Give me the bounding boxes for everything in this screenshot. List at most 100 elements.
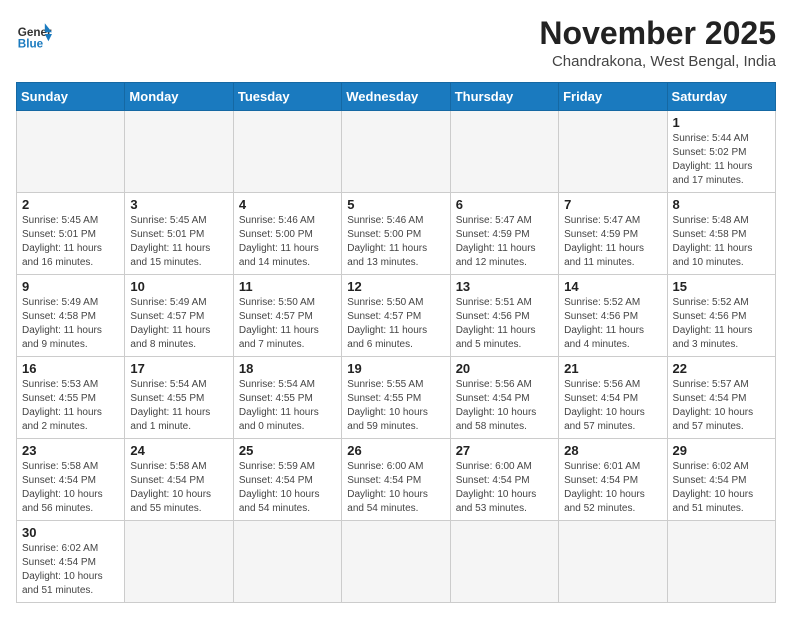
calendar-week-row: 23 Sunrise: 5:58 AM Sunset: 4:54 PM Dayli… bbox=[17, 439, 776, 521]
calendar-day-cell: 17 Sunrise: 5:54 AM Sunset: 4:55 PM Dayli… bbox=[125, 357, 233, 439]
day-number: 14 bbox=[564, 279, 661, 294]
day-info: Sunrise: 5:44 AM Sunset: 5:02 PM Dayligh… bbox=[673, 132, 770, 188]
calendar-day-cell: 1 Sunrise: 5:44 AM Sunset: 5:02 PM Daylig… bbox=[667, 111, 775, 193]
calendar-day-cell: 29Sunrise: 6:02 AM Sunset: 4:54 PM Dayli… bbox=[667, 439, 775, 521]
day-info: Sunrise: 5:49 AM Sunset: 4:58 PM Dayligh… bbox=[22, 296, 119, 352]
day-info: Sunrise: 5:46 AM Sunset: 5:00 PM Dayligh… bbox=[347, 214, 444, 270]
day-number: 7 bbox=[564, 197, 661, 212]
calendar-day-cell: 23Sunrise: 5:58 AM Sunset: 4:54 PM Dayli… bbox=[17, 439, 125, 521]
weekday-header-wednesday: Wednesday bbox=[342, 83, 450, 111]
day-info: Sunrise: 6:01 AM Sunset: 4:54 PM Dayligh… bbox=[564, 460, 661, 516]
day-number: 13 bbox=[456, 279, 553, 294]
day-number: 27 bbox=[456, 443, 553, 458]
day-number: 28 bbox=[564, 443, 661, 458]
day-info: Sunrise: 6:00 AM Sunset: 4:54 PM Dayligh… bbox=[347, 460, 444, 516]
day-info: Sunrise: 5:56 AM Sunset: 4:54 PM Dayligh… bbox=[456, 378, 553, 434]
title-area: November 2025 Chandrakona, West Bengal, … bbox=[539, 16, 776, 70]
day-number: 11 bbox=[239, 279, 336, 294]
day-number: 8 bbox=[673, 197, 770, 212]
day-number: 20 bbox=[456, 361, 553, 376]
day-info: Sunrise: 5:52 AM Sunset: 4:56 PM Dayligh… bbox=[564, 296, 661, 352]
day-info: Sunrise: 5:54 AM Sunset: 4:55 PM Dayligh… bbox=[130, 378, 227, 434]
day-info: Sunrise: 5:59 AM Sunset: 4:54 PM Dayligh… bbox=[239, 460, 336, 516]
day-number: 25 bbox=[239, 443, 336, 458]
month-title: November 2025 bbox=[539, 16, 776, 51]
calendar-day-cell: 3 Sunrise: 5:45 AM Sunset: 5:01 PM Daylig… bbox=[125, 193, 233, 275]
calendar-day-cell: 15 Sunrise: 5:52 AM Sunset: 4:56 PM Dayli… bbox=[667, 275, 775, 357]
calendar-day-cell: 21 Sunrise: 5:56 AM Sunset: 4:54 PM Dayli… bbox=[559, 357, 667, 439]
day-info: Sunrise: 6:02 AM Sunset: 4:54 PM Dayligh… bbox=[673, 460, 770, 516]
calendar-day-cell bbox=[125, 521, 233, 603]
day-info: Sunrise: 5:57 AM Sunset: 4:54 PM Dayligh… bbox=[673, 378, 770, 434]
day-number: 3 bbox=[130, 197, 227, 212]
calendar-day-cell: 6Sunrise: 5:47 AM Sunset: 4:59 PM Daylig… bbox=[450, 193, 558, 275]
calendar-table: SundayMondayTuesdayWednesdayThursdayFrid… bbox=[16, 82, 776, 603]
day-info: Sunrise: 5:50 AM Sunset: 4:57 PM Dayligh… bbox=[239, 296, 336, 352]
calendar-day-cell bbox=[667, 521, 775, 603]
weekday-header-tuesday: Tuesday bbox=[233, 83, 341, 111]
day-info: Sunrise: 5:58 AM Sunset: 4:54 PM Dayligh… bbox=[130, 460, 227, 516]
weekday-header-thursday: Thursday bbox=[450, 83, 558, 111]
day-number: 5 bbox=[347, 197, 444, 212]
day-info: Sunrise: 5:51 AM Sunset: 4:56 PM Dayligh… bbox=[456, 296, 553, 352]
calendar-week-row: 1 Sunrise: 5:44 AM Sunset: 5:02 PM Daylig… bbox=[17, 111, 776, 193]
weekday-header-saturday: Saturday bbox=[667, 83, 775, 111]
calendar-day-cell bbox=[17, 111, 125, 193]
calendar-day-cell: 16 Sunrise: 5:53 AM Sunset: 4:55 PM Dayli… bbox=[17, 357, 125, 439]
day-info: Sunrise: 5:47 AM Sunset: 4:59 PM Dayligh… bbox=[564, 214, 661, 270]
day-info: Sunrise: 5:56 AM Sunset: 4:54 PM Dayligh… bbox=[564, 378, 661, 434]
day-number: 1 bbox=[673, 115, 770, 130]
day-info: Sunrise: 6:00 AM Sunset: 4:54 PM Dayligh… bbox=[456, 460, 553, 516]
calendar-week-row: 16 Sunrise: 5:53 AM Sunset: 4:55 PM Dayli… bbox=[17, 357, 776, 439]
day-info: Sunrise: 5:45 AM Sunset: 5:01 PM Dayligh… bbox=[130, 214, 227, 270]
calendar-day-cell bbox=[559, 521, 667, 603]
day-info: Sunrise: 5:45 AM Sunset: 5:01 PM Dayligh… bbox=[22, 214, 119, 270]
day-number: 22 bbox=[673, 361, 770, 376]
calendar-day-cell bbox=[125, 111, 233, 193]
calendar-day-cell: 30 Sunrise: 6:02 AM Sunset: 4:54 PM Dayli… bbox=[17, 521, 125, 603]
calendar-day-cell bbox=[559, 111, 667, 193]
day-number: 16 bbox=[22, 361, 119, 376]
day-info: Sunrise: 5:46 AM Sunset: 5:00 PM Dayligh… bbox=[239, 214, 336, 270]
calendar-day-cell bbox=[342, 111, 450, 193]
calendar-day-cell: 24Sunrise: 5:58 AM Sunset: 4:54 PM Dayli… bbox=[125, 439, 233, 521]
day-info: Sunrise: 5:54 AM Sunset: 4:55 PM Dayligh… bbox=[239, 378, 336, 434]
calendar-day-cell: 19 Sunrise: 5:55 AM Sunset: 4:55 PM Dayli… bbox=[342, 357, 450, 439]
day-number: 19 bbox=[347, 361, 444, 376]
weekday-header-sunday: Sunday bbox=[17, 83, 125, 111]
day-number: 18 bbox=[239, 361, 336, 376]
calendar-week-row: 30 Sunrise: 6:02 AM Sunset: 4:54 PM Dayli… bbox=[17, 521, 776, 603]
calendar-day-cell bbox=[342, 521, 450, 603]
calendar-day-cell: 14 Sunrise: 5:52 AM Sunset: 4:56 PM Dayli… bbox=[559, 275, 667, 357]
day-info: Sunrise: 5:53 AM Sunset: 4:55 PM Dayligh… bbox=[22, 378, 119, 434]
calendar-day-cell: 26Sunrise: 6:00 AM Sunset: 4:54 PM Dayli… bbox=[342, 439, 450, 521]
weekday-header-row: SundayMondayTuesdayWednesdayThursdayFrid… bbox=[17, 83, 776, 111]
calendar-day-cell: 28 Sunrise: 6:01 AM Sunset: 4:54 PM Dayli… bbox=[559, 439, 667, 521]
day-info: Sunrise: 5:52 AM Sunset: 4:56 PM Dayligh… bbox=[673, 296, 770, 352]
day-number: 21 bbox=[564, 361, 661, 376]
calendar-day-cell bbox=[450, 111, 558, 193]
calendar-day-cell: 25 Sunrise: 5:59 AM Sunset: 4:54 PM Dayli… bbox=[233, 439, 341, 521]
logo: General Blue bbox=[16, 16, 52, 52]
day-number: 9 bbox=[22, 279, 119, 294]
calendar-day-cell: 7 Sunrise: 5:47 AM Sunset: 4:59 PM Daylig… bbox=[559, 193, 667, 275]
calendar-day-cell: 27 Sunrise: 6:00 AM Sunset: 4:54 PM Dayli… bbox=[450, 439, 558, 521]
day-number: 10 bbox=[130, 279, 227, 294]
calendar-day-cell: 4Sunrise: 5:46 AM Sunset: 5:00 PM Daylig… bbox=[233, 193, 341, 275]
day-info: Sunrise: 5:48 AM Sunset: 4:58 PM Dayligh… bbox=[673, 214, 770, 270]
day-number: 30 bbox=[22, 525, 119, 540]
day-number: 12 bbox=[347, 279, 444, 294]
day-number: 17 bbox=[130, 361, 227, 376]
day-info: Sunrise: 5:49 AM Sunset: 4:57 PM Dayligh… bbox=[130, 296, 227, 352]
day-info: Sunrise: 5:55 AM Sunset: 4:55 PM Dayligh… bbox=[347, 378, 444, 434]
day-info: Sunrise: 5:50 AM Sunset: 4:57 PM Dayligh… bbox=[347, 296, 444, 352]
day-info: Sunrise: 6:02 AM Sunset: 4:54 PM Dayligh… bbox=[22, 542, 119, 598]
calendar-day-cell: 9 Sunrise: 5:49 AM Sunset: 4:58 PM Daylig… bbox=[17, 275, 125, 357]
logo-icon: General Blue bbox=[16, 16, 52, 52]
calendar-day-cell: 12 Sunrise: 5:50 AM Sunset: 4:57 PM Dayli… bbox=[342, 275, 450, 357]
location-subtitle: Chandrakona, West Bengal, India bbox=[539, 53, 776, 70]
page-header: General Blue November 2025 Chandrakona, … bbox=[16, 16, 776, 70]
day-number: 23 bbox=[22, 443, 119, 458]
day-number: 15 bbox=[673, 279, 770, 294]
day-number: 6 bbox=[456, 197, 553, 212]
